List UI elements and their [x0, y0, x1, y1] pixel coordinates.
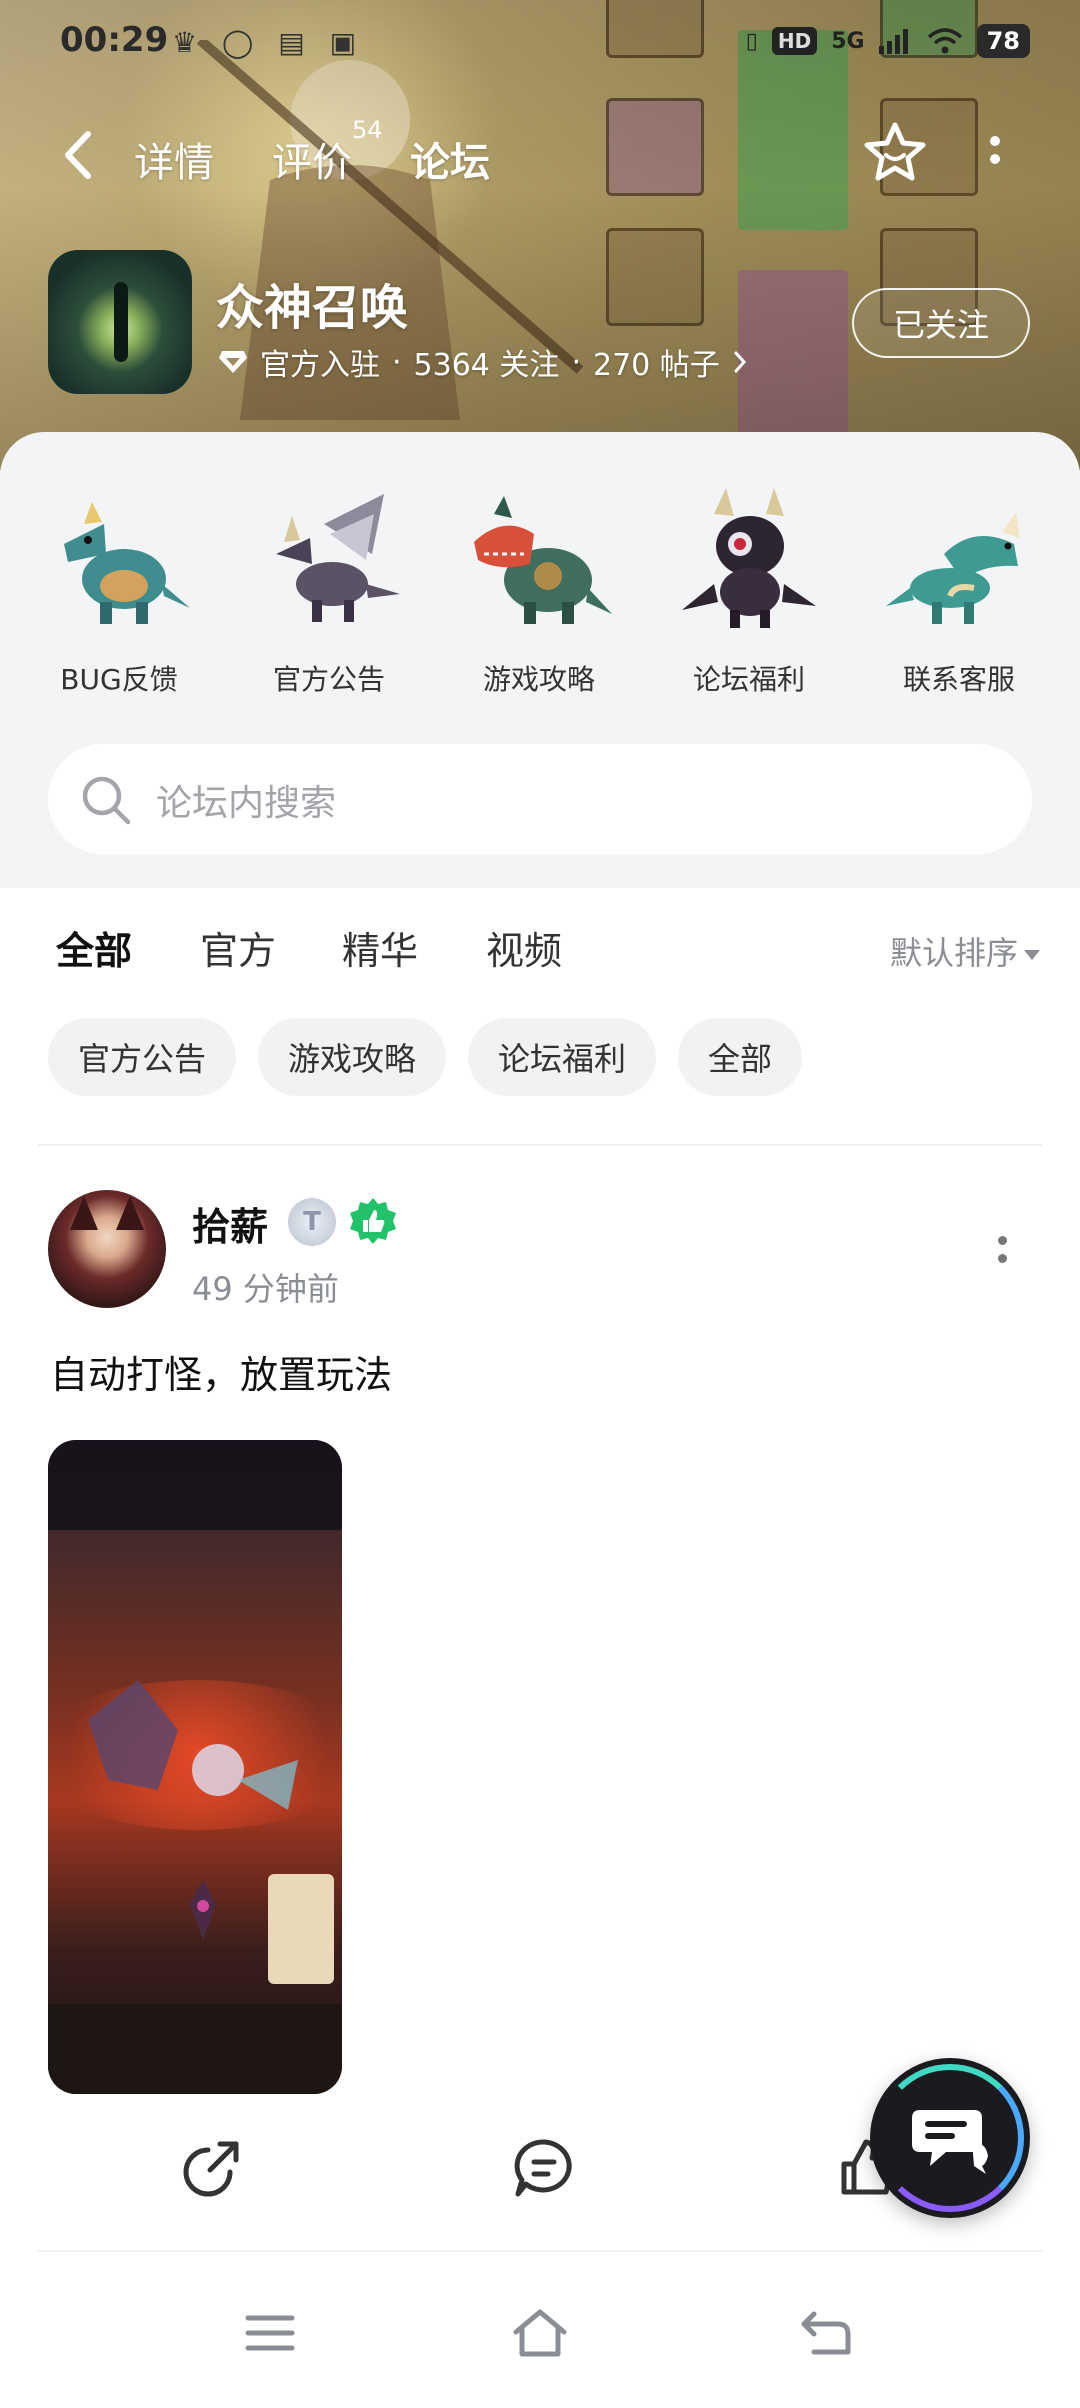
favorite-star-icon[interactable]	[862, 120, 928, 186]
dot-separator: ·	[392, 344, 402, 380]
back-arrow-icon[interactable]	[56, 128, 100, 182]
caret-down-icon	[1024, 950, 1040, 960]
tab-all-indicator	[60, 973, 129, 983]
vibrate-icon: ▯	[745, 28, 758, 54]
tab-forum[interactable]: 论坛	[410, 130, 490, 198]
reviews-count: 54	[352, 116, 383, 144]
quick-link-game-guides[interactable]: 游戏攻略	[454, 484, 624, 698]
status-time: 00:29	[60, 20, 169, 60]
chip-guides[interactable]: 游戏攻略	[258, 1018, 447, 1096]
quick-link-label: 论坛福利	[692, 663, 805, 696]
quick-link-customer-service[interactable]: 联系客服	[874, 484, 1044, 698]
game-title: 众神召唤	[216, 280, 409, 336]
tab-official[interactable]: 官方	[200, 920, 276, 975]
signal-icon	[878, 29, 908, 54]
tab-all-label: 全部	[56, 929, 133, 973]
tab-forum-indicator	[410, 186, 490, 198]
post-time: 49 分钟前	[192, 1270, 339, 1308]
chat-bubble-icon	[912, 2110, 988, 2174]
menu-icon[interactable]	[240, 2306, 300, 2360]
red-dragon-icon	[474, 496, 612, 624]
comment-icon[interactable]	[512, 2136, 576, 2200]
post-more-icon[interactable]	[996, 1234, 1008, 1270]
content-tabs: 全部 官方 精华 视频 默认排序	[0, 910, 1080, 990]
sort-dropdown[interactable]: 默认排序	[890, 928, 1040, 974]
filter-chips: 官方公告 游戏攻略 论坛福利 全部	[48, 1018, 803, 1096]
quick-link-label: 官方公告	[272, 663, 385, 696]
thumbs-up-badge-icon	[350, 1198, 396, 1244]
followers-count: 5364 关注	[413, 348, 560, 383]
user-level-badge: T	[288, 1198, 336, 1246]
more-options-icon[interactable]	[980, 132, 1010, 176]
chevron-right-icon	[734, 351, 746, 373]
posts-count: 270 帖子	[592, 348, 720, 383]
winged-dragon-icon	[276, 494, 400, 622]
chip-all[interactable]: 全部	[678, 1018, 803, 1096]
wifi-icon	[927, 28, 962, 54]
teal-dragon-icon	[64, 502, 190, 624]
avatar[interactable]	[48, 1190, 166, 1308]
quick-link-label: 联系客服	[902, 663, 1015, 696]
official-label: 官方入驻	[260, 348, 380, 383]
diamond-verified-icon	[219, 351, 247, 373]
game-icon	[48, 250, 192, 394]
status-right: ▯ HD 5G 78	[746, 24, 1030, 58]
share-icon[interactable]	[180, 2136, 244, 2200]
search-input[interactable]: 论坛内搜索	[156, 774, 336, 826]
forum-shortcuts-panel: BUG反馈 官方公告 游戏攻略 论坛福利 联系客服 论坛内搜索	[0, 432, 1080, 888]
chat-fab[interactable]	[870, 2058, 1030, 2218]
green-dragon-icon	[886, 512, 1020, 624]
forum-search-bar[interactable]: 论坛内搜索	[48, 744, 1032, 854]
status-bar: 00:29 ♛ ◯ ▤ ▣ ▯ HD 5G 78	[0, 0, 1080, 84]
tab-forum-label: 论坛	[410, 140, 490, 186]
chip-announcements[interactable]: 官方公告	[48, 1018, 237, 1096]
post-image[interactable]	[48, 1440, 342, 2094]
tab-reviews[interactable]: 评价	[272, 130, 352, 188]
battery-indicator: 78	[976, 24, 1030, 58]
post-author[interactable]: 拾薪	[192, 1196, 268, 1251]
game-meta[interactable]: 官方入驻 · 5364 关注 · 270 帖子	[218, 340, 748, 384]
top-nav: 详情 评价 54 论坛	[0, 110, 1080, 200]
hd-icon: HD	[771, 27, 818, 55]
tab-video[interactable]: 视频	[486, 920, 562, 975]
dot-separator: ·	[571, 344, 581, 380]
search-icon	[82, 776, 131, 825]
home-icon[interactable]	[510, 2306, 570, 2360]
quick-link-label: 游戏攻略	[482, 663, 595, 696]
quick-link-bug-report[interactable]: BUG反馈	[34, 484, 204, 698]
dark-dragon-icon	[682, 488, 816, 628]
section-divider	[38, 1144, 1042, 1146]
tab-featured[interactable]: 精华	[342, 920, 418, 975]
follow-button[interactable]: 已关注	[852, 288, 1030, 358]
notification-icons: ♛ ◯ ▤ ▣	[172, 26, 365, 59]
post-text[interactable]: 自动打怪，放置玩法	[50, 1344, 392, 1399]
system-nav-bar	[0, 2252, 1080, 2408]
chip-perks[interactable]: 论坛福利	[468, 1018, 657, 1096]
sort-label: 默认排序	[889, 934, 1018, 972]
quick-link-forum-perks[interactable]: 论坛福利	[664, 484, 834, 698]
quick-link-label: BUG反馈	[60, 663, 178, 696]
back-icon[interactable]	[796, 2306, 856, 2360]
quick-link-announcements[interactable]: 官方公告	[244, 484, 414, 698]
tab-all[interactable]: 全部	[56, 920, 133, 983]
tab-details[interactable]: 详情	[134, 130, 214, 188]
network-label: 5G	[831, 28, 865, 54]
